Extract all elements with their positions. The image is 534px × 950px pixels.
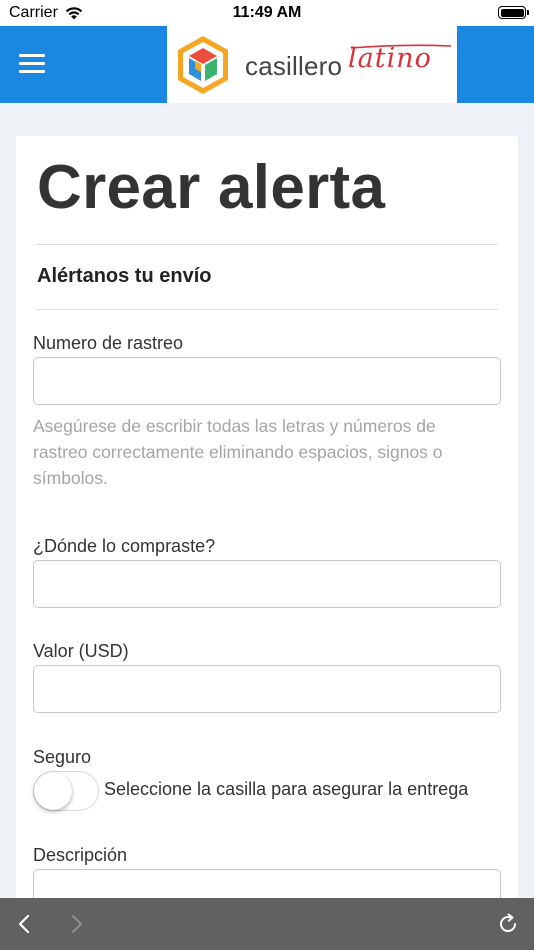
status-bar: Carrier 11:49 AM (0, 0, 534, 26)
app-header: casillero latino (0, 26, 534, 103)
value-input[interactable] (33, 665, 501, 713)
logo-cube-icon (178, 36, 228, 94)
page-title: Crear alerta (37, 153, 386, 222)
tracking-number-label: Numero de rastreo (33, 333, 184, 353)
hamburger-menu-icon[interactable] (19, 54, 46, 74)
description-label: Descripción (33, 845, 128, 865)
status-time: 11:49 AM (232, 4, 302, 21)
logo-swoosh-icon (350, 44, 452, 49)
title-divider (37, 244, 498, 245)
battery-icon (498, 6, 529, 19)
toggle-knob (34, 772, 72, 810)
store-input[interactable] (33, 560, 501, 608)
insurance-label: Seguro (33, 747, 92, 767)
tracking-number-input[interactable] (33, 357, 501, 405)
value-label: Valor (USD) (33, 641, 129, 661)
logo: casillero latino (167, 26, 457, 103)
reload-icon[interactable] (496, 912, 520, 936)
insurance-toggle[interactable] (33, 771, 99, 811)
tracking-help-text: Asegúrese de escribir todas las letras y… (33, 416, 443, 488)
chevron-right-icon[interactable] (64, 912, 88, 936)
section-title: Alértanos tu envío (37, 265, 212, 287)
logo-word-casillero: casillero (245, 51, 343, 81)
insurance-toggle-text: Seleccione la casilla para asegurar la e… (104, 779, 469, 799)
chevron-left-icon[interactable] (13, 912, 37, 936)
store-label: ¿Dónde lo compraste? (33, 536, 216, 556)
browser-toolbar (0, 898, 534, 950)
section-divider (37, 309, 498, 310)
